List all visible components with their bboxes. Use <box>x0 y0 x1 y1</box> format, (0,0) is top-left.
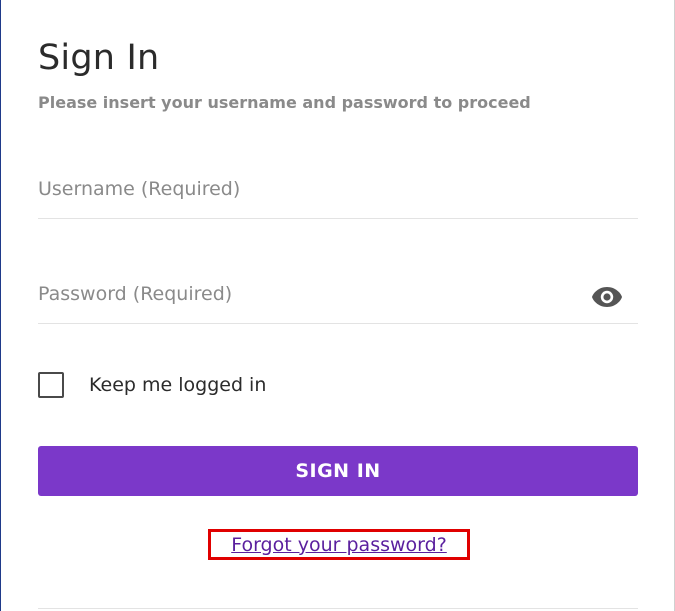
username-field <box>38 166 638 219</box>
username-input[interactable] <box>38 172 578 206</box>
forgot-password-link[interactable]: Forgot your password? <box>231 534 447 556</box>
sign-in-card: Sign In Please insert your username and … <box>38 0 638 611</box>
eye-icon <box>592 287 622 307</box>
forgot-password-highlight: Forgot your password? <box>208 529 470 560</box>
show-password-toggle[interactable] <box>589 282 625 312</box>
sign-in-button[interactable]: SIGN IN <box>38 446 638 496</box>
divider <box>38 608 638 609</box>
password-field <box>38 271 638 324</box>
page-title: Sign In <box>38 38 160 78</box>
remember-me-label[interactable]: Keep me logged in <box>89 372 266 398</box>
page-subtitle: Please insert your username and password… <box>38 93 531 112</box>
window-frame: Sign In Please insert your username and … <box>0 0 675 611</box>
remember-me-row: Keep me logged in <box>38 370 266 400</box>
password-input[interactable] <box>38 277 578 311</box>
remember-me-checkbox[interactable] <box>38 372 64 398</box>
